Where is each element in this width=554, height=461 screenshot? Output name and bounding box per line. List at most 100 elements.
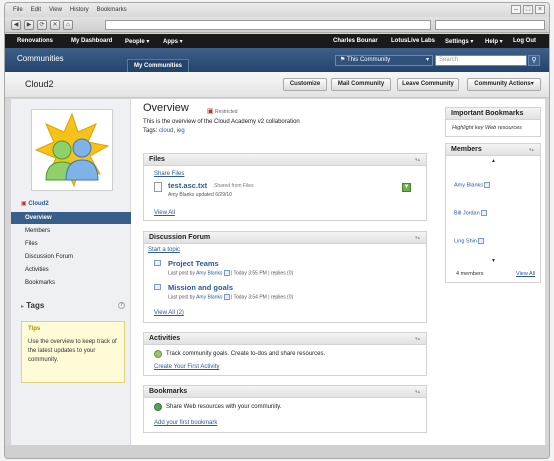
activities-widget: Activities ▾▴ Track community goals. Cre… xyxy=(143,332,427,376)
maximize-icon[interactable]: □ xyxy=(523,5,533,14)
topbar-my-dashboard[interactable]: My Dashboard xyxy=(71,38,112,44)
main-content: ▣ Cloud2 Overview Members Files Discussi… xyxy=(11,99,545,445)
search-scope-select[interactable]: ⚑ This Community ▾ xyxy=(335,55,433,66)
menu-history[interactable]: History xyxy=(70,7,89,13)
member-name: Amy Blanks xyxy=(454,182,484,189)
topbar-lotuslive-labs[interactable]: LotusLive Labs xyxy=(391,38,435,44)
leave-community-button[interactable]: Leave Community xyxy=(397,78,459,91)
help-icon[interactable]: ? xyxy=(118,302,125,309)
community-icon: ⚑ xyxy=(340,57,346,63)
tips-box: Tips Use the overview to keep track of t… xyxy=(21,321,125,383)
download-icon[interactable]: ▼ xyxy=(402,183,411,192)
overview-tags: Tags: cloud, ieg xyxy=(143,128,185,134)
search-input[interactable]: Search xyxy=(435,55,527,66)
add-bookmark-link[interactable]: Add your first bookmark xyxy=(154,420,217,426)
business-card-icon[interactable] xyxy=(477,238,484,244)
nav-item-discussion-forum[interactable]: Discussion Forum xyxy=(11,251,131,263)
mail-community-button[interactable]: Mail Community xyxy=(331,78,391,91)
scroll-up-icon[interactable]: ▲ xyxy=(491,158,496,164)
member-item[interactable]: Bill Jordan xyxy=(454,210,487,216)
nav-community-name[interactable]: ▣ Cloud2 xyxy=(21,200,49,207)
activities-title: Activities xyxy=(149,335,181,342)
important-bookmarks-title: Important Bookmarks xyxy=(446,108,540,120)
community-actions-button[interactable]: Community Actions▾ xyxy=(467,78,541,91)
nav-item-files[interactable]: Files xyxy=(11,238,131,250)
topic-title-link[interactable]: Mission and goals xyxy=(168,283,233,292)
overview-title: Overview xyxy=(143,102,189,114)
nav-item-overview[interactable]: Overview xyxy=(11,212,131,224)
topic-meta: Last post by Amy Blanks | Today 3:55 PM … xyxy=(168,270,293,276)
widget-menu-icon[interactable]: ▾▴ xyxy=(529,144,534,156)
tags-label: Tags xyxy=(26,301,45,310)
topbar-settings-menu[interactable]: Settings ▾ xyxy=(445,38,473,45)
business-card-icon[interactable] xyxy=(223,294,230,300)
topbar-log-out[interactable]: Log Out xyxy=(513,38,536,44)
widget-menu-icon[interactable]: ▾▴ xyxy=(415,232,420,244)
files-widget: Files ▾▴ Share Files test.asc.txt Shared… xyxy=(143,153,427,221)
topic-meta: Last post by Amy Blanks | Today 3:54 PM … xyxy=(168,294,293,300)
member-item[interactable]: Ling Shin xyxy=(454,238,484,244)
nav-item-members[interactable]: Members xyxy=(11,225,131,237)
menu-bookmarks[interactable]: Bookmarks xyxy=(97,7,127,13)
stop-icon[interactable]: ✕ xyxy=(50,20,60,30)
topbar-renovations[interactable]: Renovations xyxy=(17,38,53,44)
back-icon[interactable]: ◀ xyxy=(11,20,21,30)
topbar-user-name[interactable]: Charles Bounar xyxy=(333,38,378,44)
tags-section-header[interactable]: ▸ Tags ? xyxy=(21,301,125,313)
customize-button[interactable]: Customize xyxy=(283,78,327,91)
file-icon xyxy=(154,182,162,192)
topbar-apps-menu[interactable]: Apps ▾ xyxy=(163,38,183,45)
member-item[interactable]: Amy Blanks xyxy=(454,182,491,189)
chevron-down-icon: ▾ xyxy=(425,57,429,63)
bookmarks-widget: Bookmarks ▾▴ Share Web resources with yo… xyxy=(143,385,427,433)
widget-menu-icon[interactable]: ▾▴ xyxy=(415,154,420,166)
menu-file[interactable]: File xyxy=(13,7,23,13)
share-files-link[interactable]: Share Files xyxy=(154,171,184,177)
tag-link[interactable]: cloud xyxy=(159,128,173,134)
bookmarks-title: Bookmarks xyxy=(149,388,188,395)
nav-item-activities[interactable]: Activities xyxy=(11,264,131,276)
file-name-link[interactable]: test.asc.txt xyxy=(168,181,207,190)
business-card-icon[interactable] xyxy=(223,270,230,276)
forward-icon[interactable]: ▶ xyxy=(24,20,34,30)
menu-view[interactable]: View xyxy=(49,7,62,13)
topbar-help-menu[interactable]: Help ▾ xyxy=(485,38,503,45)
widget-menu-icon[interactable]: ▾▴ xyxy=(415,386,420,398)
members-view-all-link[interactable]: View All xyxy=(516,271,535,277)
scroll-down-icon[interactable]: ▼ xyxy=(491,258,496,264)
home-icon[interactable]: ⌂ xyxy=(63,20,73,30)
file-meta: Amy Blanks updated 6/29/10 xyxy=(168,192,232,198)
files-widget-title: Files ▾▴ xyxy=(144,154,426,166)
status-bar xyxy=(5,445,549,458)
topic-meta-suffix: | Today 3:55 PM | replies (0) xyxy=(230,270,294,277)
topbar-people-menu[interactable]: People ▾ xyxy=(125,38,149,45)
topic-title-link[interactable]: Project Teams xyxy=(168,259,219,268)
topic-meta-prefix: Last post by xyxy=(168,270,195,277)
expand-arrow-icon: ▸ xyxy=(21,304,25,310)
forum-title: Discussion Forum xyxy=(149,234,211,241)
address-bar[interactable] xyxy=(105,20,431,30)
minimize-icon[interactable]: – xyxy=(511,5,521,14)
member-name: Ling Shin xyxy=(454,238,477,245)
page-title: Cloud2 xyxy=(25,79,54,89)
files-view-all-link[interactable]: View All xyxy=(154,210,175,216)
search-icon[interactable]: ⚲ xyxy=(528,55,540,66)
forum-view-all-link[interactable]: View All (2) xyxy=(154,310,184,316)
lock-icon: ▣ xyxy=(21,201,27,207)
topic-author-link[interactable]: Amy Blanks xyxy=(196,270,222,276)
widget-menu-icon[interactable]: ▾▴ xyxy=(415,333,420,345)
menu-edit[interactable]: Edit xyxy=(31,7,41,13)
close-window-icon[interactable]: × xyxy=(535,5,545,14)
start-topic-link[interactable]: Start a topic xyxy=(148,247,180,253)
create-activity-link[interactable]: Create Your First Activity xyxy=(154,364,219,370)
restricted-icon: ▣ xyxy=(207,108,214,115)
browser-search-field[interactable] xyxy=(435,20,545,30)
business-card-icon[interactable] xyxy=(480,210,487,216)
business-card-icon[interactable] xyxy=(484,182,491,188)
nav-item-bookmarks[interactable]: Bookmarks xyxy=(11,277,131,289)
tag-link[interactable]: ieg xyxy=(177,128,185,134)
topic-author-link[interactable]: Amy Blanks xyxy=(196,294,222,300)
overview-description: This is the overview of the Cloud Academ… xyxy=(143,119,300,125)
reload-icon[interactable]: ⟳ xyxy=(37,20,47,30)
tab-my-communities[interactable]: My Communities xyxy=(127,59,189,72)
